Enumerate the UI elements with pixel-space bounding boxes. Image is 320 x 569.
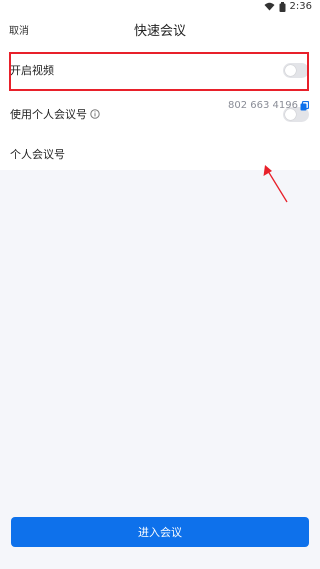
enter-meeting-button[interactable]: 进入会议 bbox=[11, 517, 309, 547]
arrow-annotation bbox=[263, 165, 288, 203]
